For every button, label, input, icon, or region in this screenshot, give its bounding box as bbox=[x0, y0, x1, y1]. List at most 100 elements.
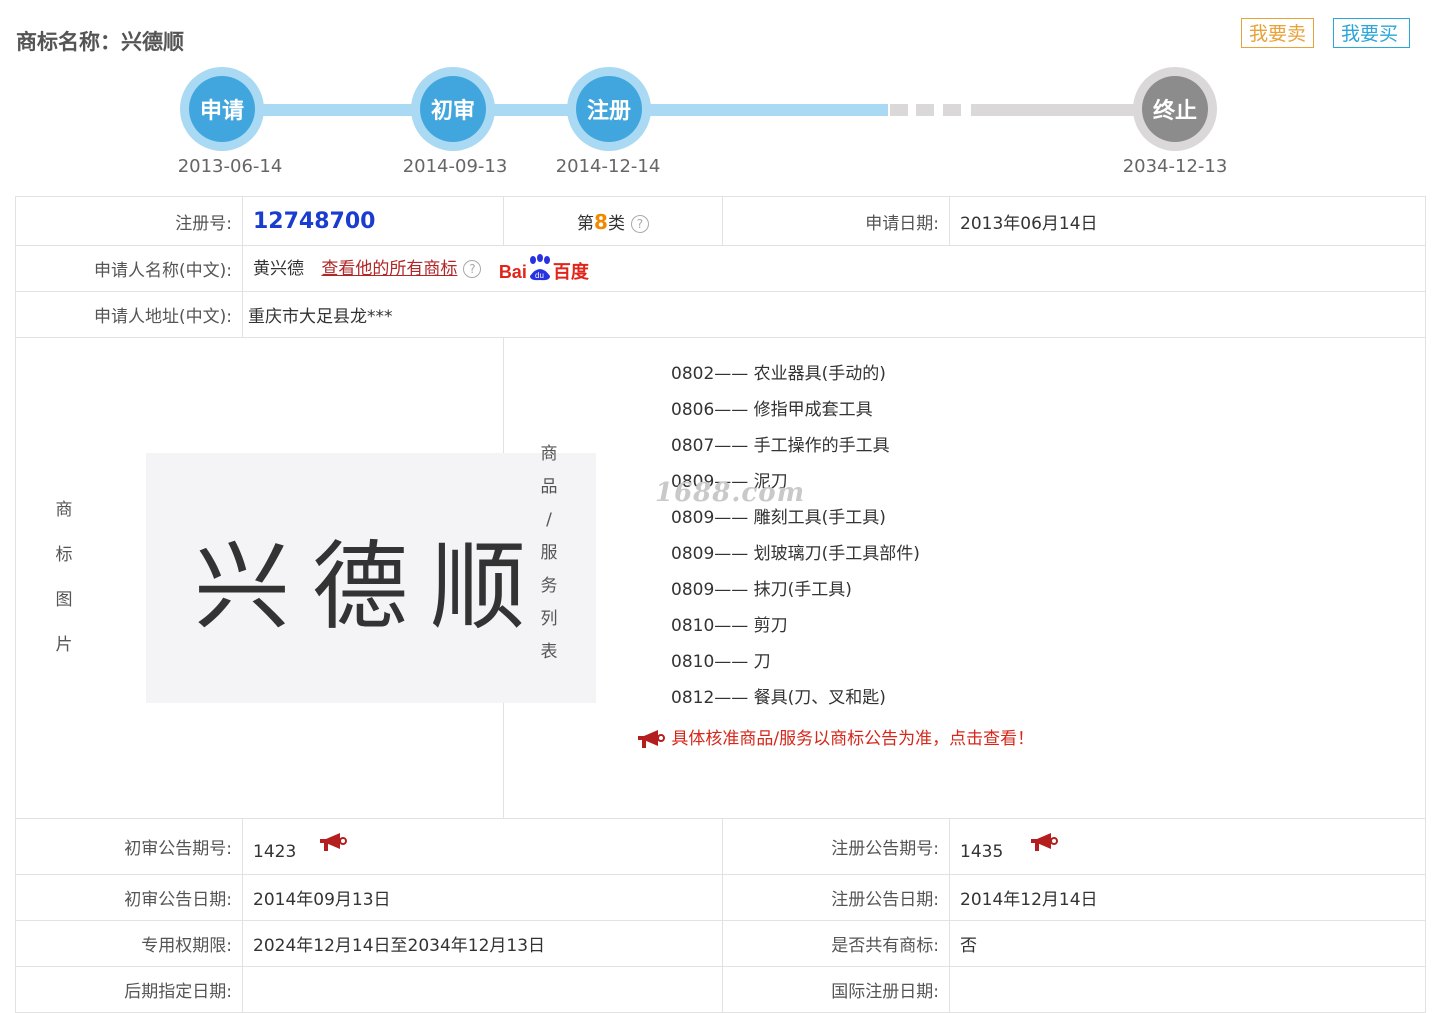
reg-no-label: 注册号: bbox=[15, 196, 243, 246]
list-item: 0810—— 剪刀 bbox=[671, 616, 788, 636]
image-vertical-label: 商 标 图 片 bbox=[44, 488, 84, 668]
timeline-dash bbox=[890, 104, 908, 116]
apply-date-label: 申请日期: bbox=[722, 196, 950, 246]
later-date-value bbox=[242, 966, 723, 1013]
timeline-dash bbox=[943, 104, 961, 116]
goods-cell: 商 品 / 服 务 列 表 0802—— 农业器具(手动的) 0806—— 修指… bbox=[503, 337, 1426, 819]
list-item: 0810—— 刀 bbox=[671, 652, 771, 672]
prelim-no-value: 1423 bbox=[253, 842, 297, 862]
reg-pub-no-label: 注册公告期号: bbox=[722, 818, 950, 875]
reg-pub-no-value: 1435 bbox=[960, 842, 1004, 862]
timeline-date: 2013-06-14 bbox=[177, 156, 283, 177]
timeline-date: 2014-09-13 bbox=[402, 156, 508, 177]
timeline-node-label: 终止 bbox=[1142, 76, 1208, 142]
timeline-date: 2034-12-13 bbox=[1122, 156, 1228, 177]
apply-date-value: 2013年06月14日 bbox=[949, 196, 1426, 246]
reg-no-cell: 12748700 bbox=[242, 196, 504, 246]
shared-value: 否 bbox=[949, 920, 1426, 967]
list-item: 0809—— 划玻璃刀(手工具部件) bbox=[671, 544, 920, 564]
timeline-progress-bar bbox=[222, 104, 888, 116]
shared-label: 是否共有商标: bbox=[722, 920, 950, 967]
applicant-label: 申请人名称(中文): bbox=[15, 245, 243, 292]
prelim-no-label: 初审公告期号: bbox=[15, 818, 243, 875]
list-item: 0807—— 手工操作的手工具 bbox=[671, 436, 890, 456]
class-prefix: 第 bbox=[577, 213, 595, 234]
status-timeline: 申请 初审 注册 终止 2013-06-14 2014-09-13 2014-1… bbox=[0, 62, 1449, 192]
goods-list: 0802—— 农业器具(手动的) 0806—— 修指甲成套工具 0807—— 手… bbox=[546, 356, 1425, 716]
list-item: 0806—— 修指甲成套工具 bbox=[671, 400, 873, 420]
timeline-node-label: 注册 bbox=[576, 76, 642, 142]
baidu-logo-text: 百度 bbox=[552, 261, 589, 283]
goods-vertical-label: 商 品 / 服 务 列 表 bbox=[529, 438, 569, 669]
timeline-node-label: 初审 bbox=[420, 76, 486, 142]
list-item: 0809—— 抹刀(手工具) bbox=[671, 580, 852, 600]
table-row: 申请人地址(中文): 重庆市大足县龙*** bbox=[15, 291, 1426, 338]
table-row: 后期指定日期: 国际注册日期: bbox=[15, 966, 1426, 1013]
table-row: 申请人名称(中文): 黄兴德 查看他的所有商标? Bai du 百度 bbox=[15, 245, 1426, 292]
vertical-char: / bbox=[546, 510, 552, 530]
baidu-search-link[interactable]: Bai du 百度 bbox=[498, 253, 589, 284]
later-date-label: 后期指定日期: bbox=[15, 966, 243, 1013]
address-value: 重庆市大足县龙*** bbox=[242, 291, 1426, 338]
timeline-date: 2014-12-14 bbox=[555, 156, 661, 177]
view-all-trademarks-link[interactable]: 查看他的所有商标 bbox=[321, 259, 457, 279]
table-row: 商 标 图 片 兴德顺 商 品 / 服 务 列 表 0802—— 农业器具(手动… bbox=[15, 337, 1426, 819]
vertical-char: 商 bbox=[540, 444, 558, 464]
class-suffix: 类 bbox=[607, 213, 625, 234]
applicant-value: 黄兴德 bbox=[253, 258, 304, 279]
vertical-char: 服 bbox=[540, 543, 558, 563]
timeline-node-register: 注册 bbox=[567, 67, 651, 151]
reg-pub-date-label: 注册公告日期: bbox=[722, 874, 950, 921]
reg-pub-date-value: 2014年12月14日 bbox=[949, 874, 1426, 921]
table-row: 初审公告日期: 2014年09月13日 注册公告日期: 2014年12月14日 bbox=[15, 874, 1426, 921]
timeline-node-apply: 申请 bbox=[180, 67, 264, 151]
prelim-no-cell: 1423 bbox=[242, 818, 723, 875]
trademark-image-text: 兴德顺 bbox=[194, 530, 548, 643]
list-item: 0812—— 餐具(刀、叉和匙) bbox=[671, 688, 886, 708]
goods-notice-text: 具体核准商品/服务以商标公告为准，点击查看！ bbox=[671, 729, 1035, 749]
vertical-char: 务 bbox=[540, 576, 558, 596]
table-row: 注册号: 12748700 第8类? 申请日期: 2013年06月14日 bbox=[15, 196, 1426, 246]
timeline-node-end: 终止 bbox=[1133, 67, 1217, 151]
megaphone-icon bbox=[638, 730, 665, 748]
goods-notice-link[interactable]: 具体核准商品/服务以商标公告为准，点击查看！ bbox=[546, 724, 1425, 750]
address-label: 申请人地址(中文): bbox=[15, 291, 243, 338]
sell-button[interactable]: 我要卖 bbox=[1241, 18, 1315, 48]
applicant-cell: 黄兴德 查看他的所有商标? Bai du 百度 bbox=[242, 245, 1426, 292]
list-item: 0802—— 农业器具(手动的) bbox=[671, 364, 886, 384]
exclusive-value: 2024年12月14日至2034年12月13日 bbox=[242, 920, 723, 967]
intl-date-label: 国际注册日期: bbox=[722, 966, 950, 1013]
help-icon[interactable]: ? bbox=[463, 259, 482, 278]
vertical-char: 列 bbox=[540, 609, 558, 629]
class-cell: 第8类? bbox=[503, 196, 723, 246]
table-row: 初审公告期号: 1423 注册公告期号: 1435 bbox=[15, 818, 1426, 875]
table-row: 专用权期限: 2024年12月14日至2034年12月13日 是否共有商标: 否 bbox=[15, 920, 1426, 967]
watermark: 1688.com bbox=[655, 478, 806, 508]
timeline-node-label: 申请 bbox=[189, 76, 255, 142]
vertical-char: 标 bbox=[55, 545, 73, 565]
trademark-info-table: 注册号: 12748700 第8类? 申请日期: 2013年06月14日 申请人… bbox=[15, 196, 1426, 1013]
timeline-node-prelim: 初审 bbox=[411, 67, 495, 151]
page-title: 商标名称：兴德顺 bbox=[16, 30, 184, 54]
vertical-char: 商 bbox=[55, 500, 73, 520]
exclusive-label: 专用权期限: bbox=[15, 920, 243, 967]
buy-button[interactable]: 我要买 bbox=[1333, 18, 1410, 48]
trademark-image-cell: 商 标 图 片 兴德顺 bbox=[15, 337, 596, 819]
vertical-char: 图 bbox=[55, 590, 73, 610]
megaphone-icon[interactable] bbox=[1029, 831, 1059, 853]
prelim-date-label: 初审公告日期: bbox=[15, 874, 243, 921]
svg-text:du: du bbox=[535, 271, 544, 280]
megaphone-icon[interactable] bbox=[318, 831, 348, 853]
baidu-paw-icon: du bbox=[529, 253, 550, 280]
timeline-dash bbox=[916, 104, 934, 116]
help-icon[interactable]: ? bbox=[630, 214, 649, 233]
reg-pub-no-cell: 1435 bbox=[949, 818, 1426, 875]
baidu-logo-text: Bai bbox=[498, 261, 527, 282]
class-number: 8 bbox=[594, 209, 608, 234]
vertical-char: 片 bbox=[55, 635, 73, 655]
reg-no-value: 12748700 bbox=[253, 208, 376, 234]
intl-date-value bbox=[949, 966, 1426, 1013]
prelim-date-value: 2014年09月13日 bbox=[242, 874, 723, 921]
goods-list-wrap: 0802—— 农业器具(手动的) 0806—— 修指甲成套工具 0807—— 手… bbox=[504, 338, 1425, 750]
vertical-char: 品 bbox=[540, 477, 558, 497]
